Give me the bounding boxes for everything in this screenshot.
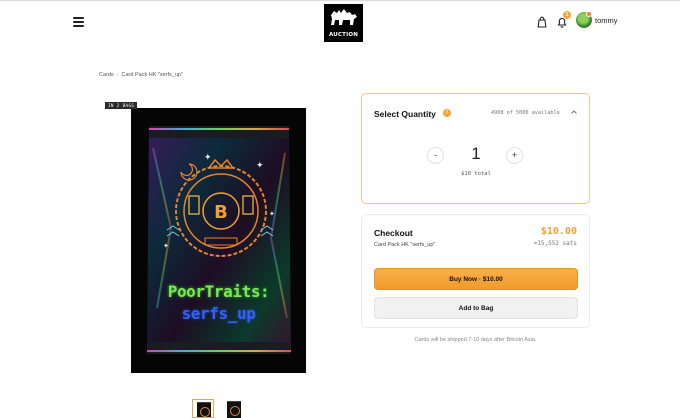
- shipping-note: Cards will be shipped 7-10 days after Bi…: [414, 337, 537, 343]
- add-to-bag-button[interactable]: Add to Bag: [374, 297, 578, 319]
- svg-text:✦: ✦: [204, 152, 212, 162]
- card-pack-image: B ✦ ✦ ✦ ✦ PoorTraits: serfs_up: [131, 108, 306, 373]
- quantity-value: 1: [471, 144, 481, 163]
- chevron-up-icon[interactable]: [570, 108, 578, 116]
- breadcrumb: Cards › Card Pack HK "serfs_up": [99, 72, 183, 78]
- thumbnail-2[interactable]: [223, 399, 245, 418]
- pack-title-line1: PoorTraits:: [167, 282, 270, 301]
- info-icon[interactable]: !: [443, 109, 451, 117]
- site-logo[interactable]: AUCTION: [324, 4, 363, 42]
- select-quantity-title: Select Quantity: [374, 109, 436, 119]
- buy-now-button[interactable]: Buy Now · $10.00: [374, 268, 578, 290]
- svg-text:✦: ✦: [256, 160, 264, 170]
- logo-text: AUCTION: [328, 32, 359, 38]
- quantity-total: $10 total: [461, 171, 491, 177]
- shopping-bag-icon[interactable]: [535, 15, 549, 29]
- hamburger-menu-icon[interactable]: [73, 17, 84, 27]
- top-border: [0, 0, 680, 1]
- checkout-price: $10.00: [540, 226, 577, 237]
- breadcrumb-separator: ›: [116, 72, 119, 78]
- card-pack-artwork: B ✦ ✦ ✦ ✦: [131, 108, 306, 373]
- username[interactable]: tommy: [595, 16, 618, 25]
- availability-text: 4908 of 5000 available: [491, 110, 560, 116]
- camel-logo-icon: [331, 9, 357, 25]
- checkout-card: Checkout $10.00 Card Pack HK "serfs_up" …: [361, 214, 590, 328]
- notification-badge: 1: [563, 11, 571, 19]
- in-bags-badge: IN 2 BAGS: [105, 102, 138, 109]
- pack-title-line2: serfs_up: [181, 304, 256, 323]
- breadcrumb-current: Card Pack HK "serfs_up": [121, 72, 183, 78]
- select-quantity-card: Select Quantity ! 4908 of 5000 available…: [361, 93, 590, 204]
- breadcrumb-cards[interactable]: Cards: [99, 72, 114, 78]
- svg-text:✦: ✦: [269, 210, 275, 218]
- avatar-status-badge: [586, 11, 592, 17]
- checkout-sats: ≈15,552 sats: [533, 240, 577, 247]
- thumbnail-1[interactable]: [192, 399, 214, 418]
- svg-text:✦: ✦: [163, 242, 169, 250]
- checkout-title: Checkout: [374, 228, 413, 238]
- svg-text:B: B: [214, 202, 228, 223]
- increase-quantity-button[interactable]: +: [506, 147, 523, 164]
- decrease-quantity-button[interactable]: -: [427, 147, 444, 164]
- checkout-item-name: Card Pack HK "serfs_up": [374, 242, 436, 248]
